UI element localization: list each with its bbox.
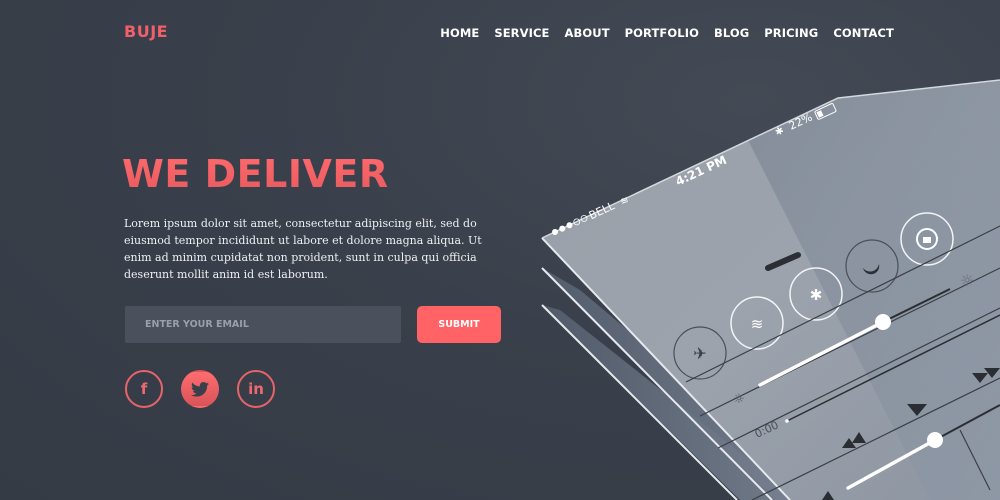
hero-description: Lorem ipsum dolor sit amet, consectetur … bbox=[124, 217, 482, 281]
nav-portfolio[interactable]: PORTFOLIO bbox=[625, 26, 699, 40]
email-input[interactable] bbox=[125, 306, 401, 343]
nav-home[interactable]: HOME bbox=[440, 26, 479, 40]
nav-pricing[interactable]: PRICING bbox=[764, 26, 818, 40]
social-links: f in bbox=[125, 370, 275, 408]
brightness-low-icon: ☼ bbox=[733, 392, 745, 407]
airplane-icon: ✈ bbox=[693, 344, 706, 363]
brightness-high-icon: ☼ bbox=[960, 271, 974, 290]
bluetooth-icon: ✱ bbox=[810, 286, 823, 304]
brightness-slider-thumb[interactable] bbox=[875, 314, 891, 330]
nav-service[interactable]: SERVICE bbox=[494, 26, 549, 40]
hero-title: WE DELIVER bbox=[122, 152, 389, 196]
linkedin-link[interactable]: in bbox=[237, 370, 275, 408]
nav-contact[interactable]: CONTACT bbox=[833, 26, 894, 40]
facebook-icon: f bbox=[140, 380, 148, 398]
nav-about[interactable]: ABOUT bbox=[565, 26, 610, 40]
facebook-link[interactable]: f bbox=[125, 370, 163, 408]
submit-button[interactable]: SUBMIT bbox=[417, 306, 501, 343]
nav-blog[interactable]: BLOG bbox=[714, 26, 749, 40]
volume-slider-thumb[interactable] bbox=[927, 432, 943, 448]
twitter-link[interactable] bbox=[181, 370, 219, 408]
wifi-icon: ≋ bbox=[751, 315, 764, 333]
brand-logo[interactable]: BUJE bbox=[124, 22, 168, 41]
main-nav: HOME SERVICE ABOUT PORTFOLIO BLOG PRICIN… bbox=[440, 26, 894, 40]
twitter-icon bbox=[191, 381, 209, 397]
linkedin-icon: in bbox=[248, 380, 264, 398]
phone-screen: BELL ≋ 4:21 PM ✱ 22% ✈ ≋ ✱ ☼ ☼ 0:00 bbox=[541, 79, 1000, 500]
